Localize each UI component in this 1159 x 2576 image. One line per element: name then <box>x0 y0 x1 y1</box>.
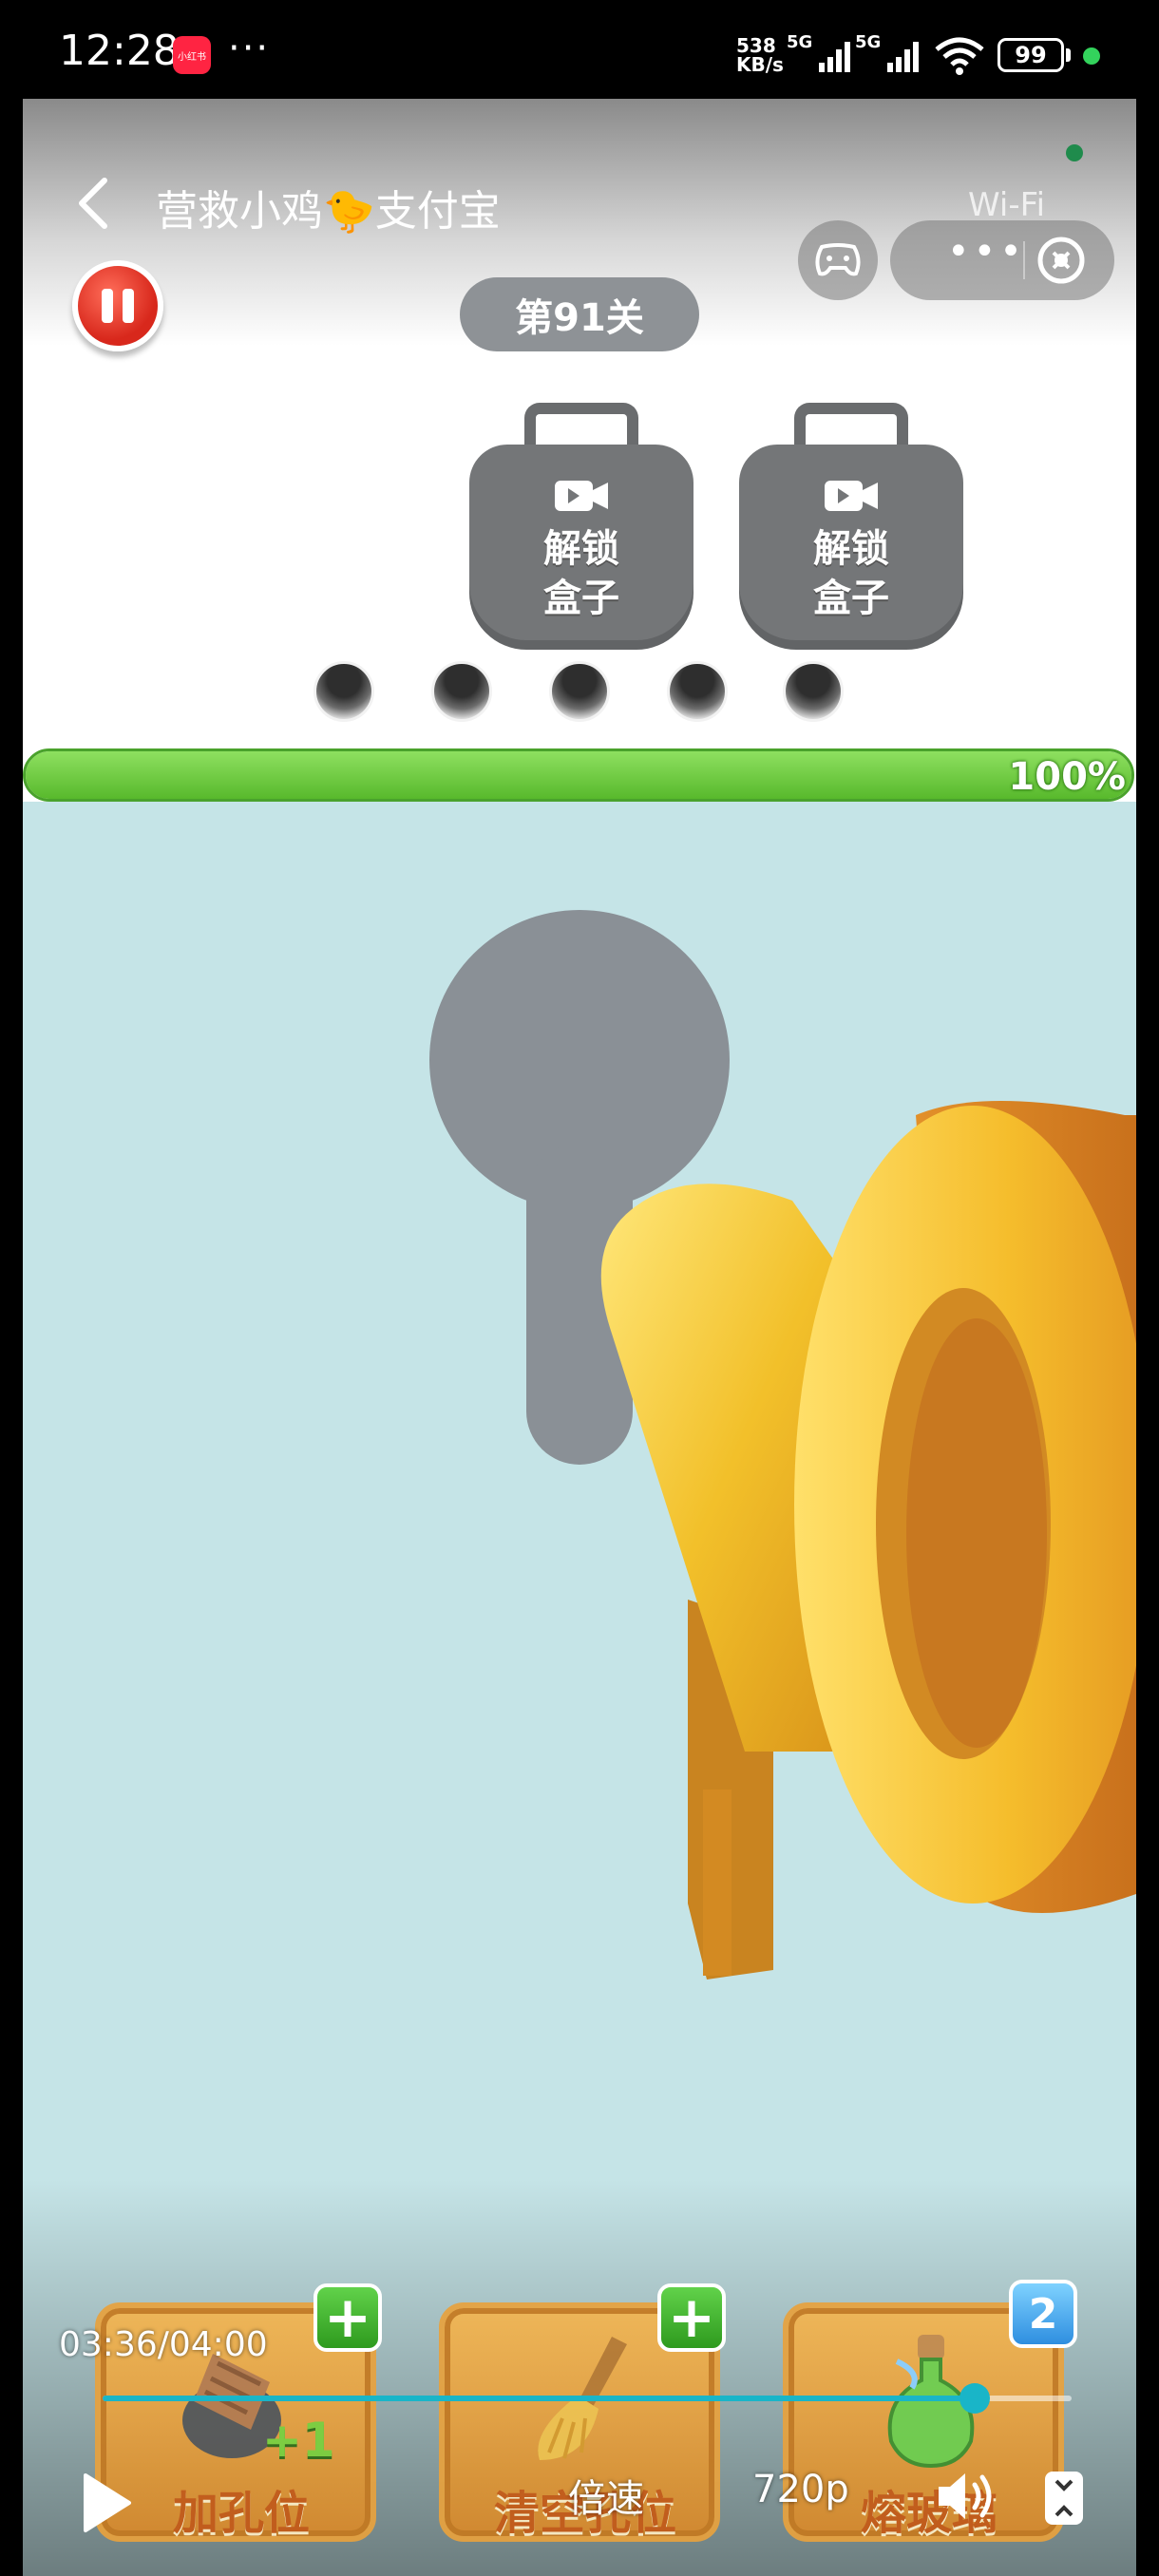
progress-percent: 100% <box>1008 755 1126 799</box>
locked-box-1[interactable]: 解锁 盒子 <box>469 403 694 650</box>
add-hole-bonus: +1 <box>262 2413 335 2468</box>
fullscreen-icon[interactable] <box>1043 2470 1085 2527</box>
gamepad-icon <box>815 243 861 276</box>
golden-key[interactable] <box>600 1101 1136 1979</box>
play-icon[interactable] <box>78 2470 135 2536</box>
battery-tip <box>1066 48 1071 62</box>
pause-icon <box>102 289 113 323</box>
network-speed: 538 KB/s <box>736 36 784 74</box>
unlock-box-label: 解锁 盒子 <box>813 527 889 620</box>
hole-slot-3[interactable] <box>549 661 610 722</box>
volume-icon[interactable] <box>935 2468 998 2525</box>
more-button[interactable]: ••• <box>947 230 1026 274</box>
level-indicator: 第91关 <box>460 277 699 351</box>
pause-button[interactable] <box>72 260 163 351</box>
miniprogram-capsule: ••• <box>890 220 1114 300</box>
close-icon[interactable] <box>1035 234 1088 287</box>
game-screen: 营救小鸡🐤支付宝 Wi-Fi ••• 第91关 解锁 盒子 解锁 盒子 100%… <box>23 99 1136 2576</box>
wifi-label: Wi-Fi <box>968 186 1046 224</box>
network-speed-value: 538 <box>736 34 776 57</box>
network-speed-unit: KB/s <box>736 53 784 76</box>
seek-progress <box>103 2396 975 2401</box>
status-more-icon: ··· <box>228 27 271 70</box>
video-time: 03:36/04:00 <box>59 2325 268 2364</box>
video-seek-bar[interactable] <box>103 2383 1072 2414</box>
status-time: 12:28 <box>59 27 180 75</box>
seek-thumb[interactable] <box>960 2383 990 2414</box>
status-bar: 12:28 小红书 ··· 538 KB/s 5G 5G 99 <box>0 0 1159 99</box>
battery-icon: 99 <box>998 38 1064 72</box>
level-progress-bar: 100% <box>23 748 1134 802</box>
video-camera-icon <box>555 481 608 511</box>
progress-fill <box>26 751 1131 799</box>
melt-glass-count-badge: 2 <box>1009 2280 1077 2348</box>
page-title: 营救小鸡🐤支付宝 <box>156 187 501 236</box>
online-indicator-dot <box>1066 144 1083 161</box>
xiaohongshu-app-icon: 小红书 <box>173 36 211 74</box>
capsule-divider <box>1023 241 1025 279</box>
wifi-icon <box>935 37 984 75</box>
add-hole-plus-badge[interactable]: + <box>314 2283 382 2352</box>
hole-slot-5[interactable] <box>783 661 844 722</box>
video-quality-button[interactable]: 720p <box>752 2468 849 2511</box>
video-camera-icon <box>825 481 878 511</box>
locked-box-2[interactable]: 解锁 盒子 <box>739 403 963 650</box>
privacy-indicator-dot <box>1083 47 1100 65</box>
playback-speed-button[interactable]: 倍速 <box>568 2468 644 2523</box>
gamepad-button[interactable] <box>798 220 878 300</box>
pause-icon-bar <box>123 289 134 323</box>
back-icon[interactable] <box>70 175 118 232</box>
hole-slot-4[interactable] <box>667 661 728 722</box>
add-hole-label: 加孔位 <box>172 2487 310 2540</box>
hole-slot-1[interactable] <box>314 661 374 722</box>
hole-slot-2[interactable] <box>431 661 492 722</box>
clear-holes-plus-badge[interactable]: + <box>657 2283 726 2352</box>
unlock-box-label: 解锁 盒子 <box>543 527 619 620</box>
